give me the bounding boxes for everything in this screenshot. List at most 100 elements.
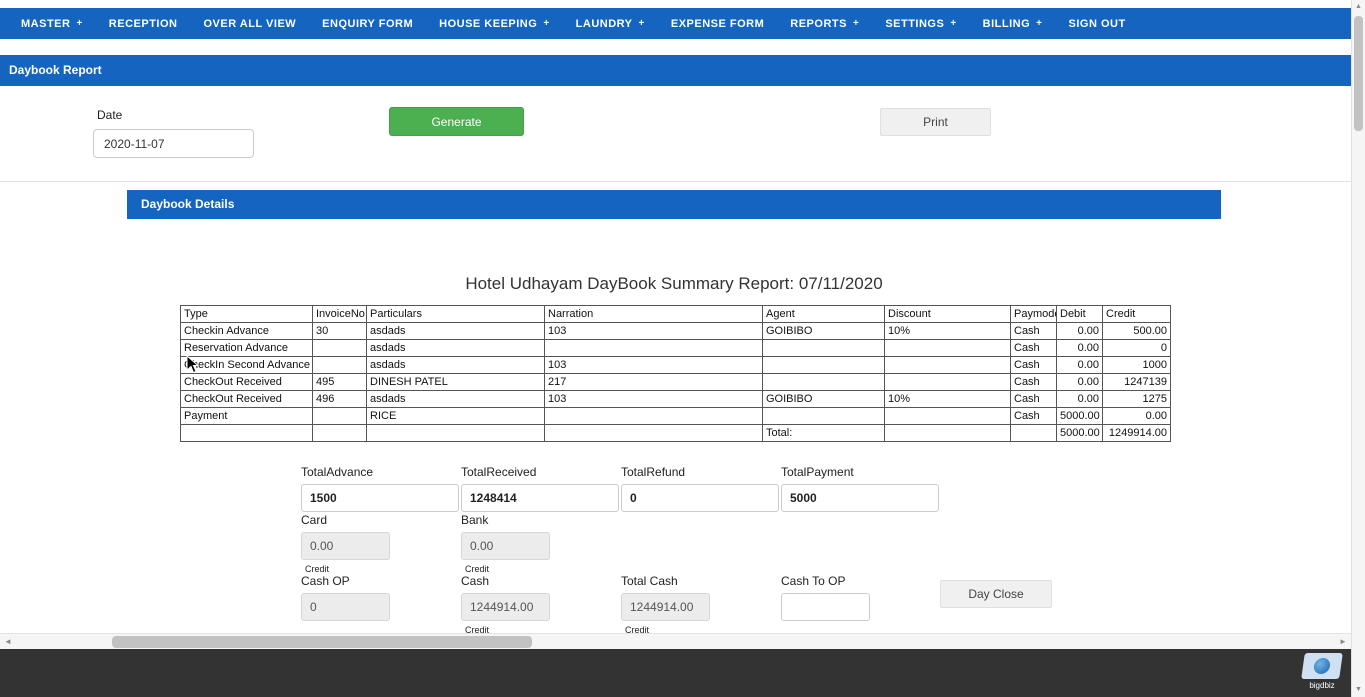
column-header: Agent	[762, 305, 885, 323]
table-cell: 1000	[1102, 356, 1171, 374]
table-cell: asdads	[366, 390, 545, 408]
horizontal-scrollbar[interactable]: ◄ ►	[0, 633, 1351, 649]
total-refund-group: TotalRefund	[621, 465, 779, 512]
horizontal-scrollbar-thumb[interactable]	[112, 636, 532, 648]
table-cell: 0.00	[1056, 339, 1103, 357]
table-row: Total: 5000.00 1249914.00	[180, 424, 1171, 442]
total-advance-input[interactable]	[301, 484, 459, 512]
table-cell: 0.00	[1056, 356, 1103, 374]
cash-to-op-input[interactable]	[781, 593, 870, 621]
mouse-cursor	[186, 355, 200, 374]
table-cell: 495	[312, 373, 367, 391]
nav-item-laundry[interactable]: LAUNDRY +	[563, 8, 658, 39]
card-label: Card	[301, 513, 328, 527]
table-cell: 1249914.00	[1102, 424, 1171, 442]
column-header: Type	[180, 305, 313, 323]
total-cash-label: Total Cash	[621, 574, 678, 588]
total-refund-label: TotalRefund	[621, 465, 686, 479]
table-cell: 5000.00	[1056, 424, 1103, 442]
nav-item-settings[interactable]: SETTINGS +	[872, 8, 969, 39]
table-row: CheckOut Received 496 asdads 103 GOIBIBO 10% C…	[180, 390, 1171, 408]
footer-band: bigdbiz	[0, 649, 1351, 697]
table-cell: Total:	[762, 424, 885, 442]
table-cell	[762, 407, 885, 425]
nav-item-label: REPORTS	[790, 17, 847, 30]
vertical-scrollbar-thumb[interactable]	[1354, 16, 1363, 131]
table-cell: 0.00	[1102, 407, 1171, 425]
plus-icon: +	[543, 18, 550, 29]
nav-item-enquiry-form[interactable]: ENQUIRY FORM	[309, 8, 426, 39]
table-cell: 10%	[884, 322, 1011, 340]
total-refund-input[interactable]	[621, 484, 779, 512]
scroll-right-icon[interactable]: ►	[1335, 634, 1351, 650]
scroll-down-icon[interactable]: ▼	[1352, 683, 1365, 697]
plus-icon: +	[950, 18, 957, 29]
page-title: Daybook Report	[0, 55, 1351, 86]
nav-item-reports[interactable]: REPORTS +	[777, 8, 872, 39]
column-header: Credit	[1102, 305, 1171, 323]
bank-caption: Credit	[465, 564, 490, 574]
table-cell: Cash	[1010, 390, 1057, 408]
table-cell: asdads	[366, 339, 545, 357]
vertical-scrollbar[interactable]: ▲ ▼	[1351, 0, 1365, 697]
nav-item-label: LAUNDRY	[575, 17, 633, 30]
table-cell: Checkin Advance	[180, 322, 313, 340]
table-cell: 0	[1102, 339, 1171, 357]
card-group: Card Credit	[301, 513, 390, 574]
table-cell: Cash	[1010, 339, 1057, 357]
table-cell: DINESH PATEL	[366, 373, 545, 391]
print-button[interactable]: Print	[880, 108, 991, 136]
table-row: Reservation Advance asdads Cash 0.00 0	[180, 339, 1171, 357]
table-cell: CheckOut Received	[180, 373, 313, 391]
table-cell	[544, 424, 763, 442]
table-cell	[312, 339, 367, 357]
table-cell: Cash	[1010, 356, 1057, 374]
scroll-up-icon[interactable]: ▲	[1352, 0, 1365, 14]
table-cell: 500.00	[1102, 322, 1171, 340]
nav-item-label: OVER ALL VIEW	[203, 17, 297, 30]
plus-icon: +	[638, 18, 645, 29]
table-cell: Cash	[1010, 407, 1057, 425]
card-input	[301, 532, 390, 560]
nav-item-expense-form[interactable]: EXPENSE FORM	[658, 8, 777, 39]
date-input[interactable]	[93, 129, 254, 158]
plus-icon: +	[1036, 18, 1043, 29]
total-received-input[interactable]	[461, 484, 619, 512]
cash-to-op-group: Cash To OP	[781, 574, 870, 621]
cash-to-op-label: Cash To OP	[781, 574, 846, 588]
table-cell	[180, 424, 313, 442]
nav-item-sign-out[interactable]: SIGN OUT	[1056, 8, 1139, 39]
column-header: Paymode	[1010, 305, 1057, 323]
nav-item-reception[interactable]: RECEPTION	[96, 8, 191, 39]
day-close-button[interactable]: Day Close	[940, 580, 1052, 608]
table-cell	[1010, 424, 1057, 442]
daybook-table: Type InvoiceNo Particulars Narration Agent Di…	[180, 305, 1171, 442]
total-payment-input[interactable]	[781, 484, 939, 512]
table-cell: 0.00	[1056, 322, 1103, 340]
bigdbiz-logo: bigdbiz	[1299, 653, 1345, 690]
table-cell	[884, 356, 1011, 374]
nav-item-house-keeping[interactable]: HOUSE KEEPING +	[426, 8, 563, 39]
table-cell: Reservation Advance	[180, 339, 313, 357]
section-divider	[0, 181, 1351, 182]
nav-item-master[interactable]: MASTER +	[8, 8, 96, 39]
table-cell: 496	[312, 390, 367, 408]
total-advance-label: TotalAdvance	[301, 465, 374, 479]
generate-button[interactable]: Generate	[389, 107, 524, 136]
column-header: Debit	[1056, 305, 1103, 323]
cash-op-input	[301, 593, 390, 621]
cash-label: Cash	[461, 574, 490, 588]
nav-item-over-all-view[interactable]: OVER ALL VIEW	[190, 8, 309, 39]
card-caption: Credit	[305, 564, 330, 574]
bank-label: Bank	[461, 513, 489, 527]
column-header: Particulars	[366, 305, 545, 323]
table-cell: 10%	[884, 390, 1011, 408]
table-cell	[312, 407, 367, 425]
table-cell: CheckOut Received	[180, 390, 313, 408]
nav-item-billing[interactable]: BILLING +	[970, 8, 1056, 39]
scroll-left-icon[interactable]: ◄	[0, 634, 16, 650]
table-cell: GOIBIBO	[762, 322, 885, 340]
total-received-label: TotalReceived	[461, 465, 537, 479]
table-row: CheckOut Received 495 DINESH PATEL 217 Cash 0…	[180, 373, 1171, 391]
daybook-details-panel: Daybook Details Hotel Udhayam DayBook Su…	[127, 190, 1221, 638]
